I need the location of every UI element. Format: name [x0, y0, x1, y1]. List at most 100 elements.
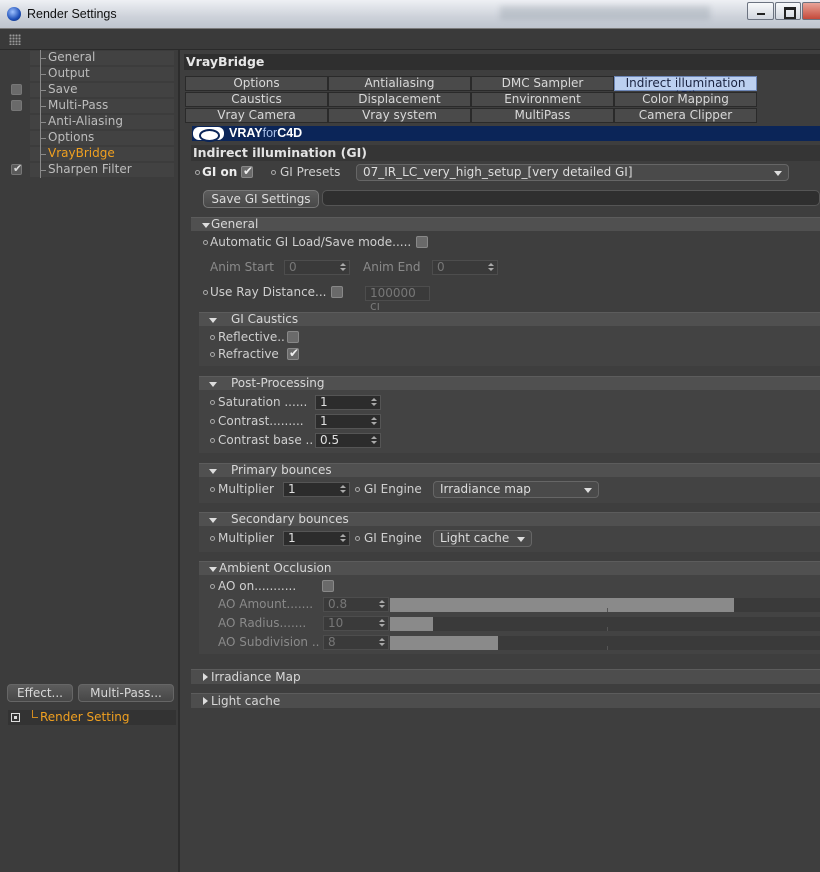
secondary-bounces-header[interactable]: Secondary bounces [199, 512, 820, 526]
sidebar-item-anti-aliasing[interactable]: Anti-Aliasing [0, 114, 176, 130]
tree-connector [32, 710, 38, 718]
secondary-engine-value: Light cache [440, 531, 510, 545]
saturation-label: Saturation ...... [218, 395, 308, 409]
render-setting-item[interactable]: Render Setting [8, 710, 176, 725]
tree-connector [40, 138, 46, 139]
reflective-checkbox[interactable] [287, 331, 299, 343]
primary-bounces-title: Primary bounces [231, 463, 332, 477]
anim-start-label: Anim Start [210, 260, 274, 274]
multi-pass-button[interactable]: Multi-Pass... [78, 684, 174, 702]
bullet-icon [355, 487, 360, 492]
anim-start-field: 0 [284, 260, 350, 275]
ambient-occlusion-title: Ambient Occlusion [219, 561, 332, 575]
secondary-engine-label: GI Engine [364, 531, 422, 545]
ao-subdivision-label: AO Subdivision .. [218, 635, 320, 649]
tab-indirect-illumination-gi[interactable]: Indirect illumination (GI) [614, 76, 757, 103]
sidebar-item-save[interactable]: Save [0, 82, 176, 98]
gi-on-checkbox[interactable] [241, 164, 253, 178]
ao-amount-slider-fill [390, 598, 734, 612]
ao-subdivision-slider [390, 636, 820, 650]
ray-distance-label: Use Ray Distance... [210, 285, 327, 299]
primary-multiplier-field[interactable]: 1 [283, 482, 350, 497]
spinner-icon [340, 485, 346, 494]
anim-end-label: Anim End [363, 260, 421, 274]
tab-environment[interactable]: Environment [471, 92, 614, 107]
section-title: Indirect illumination (GI) [191, 145, 820, 161]
effect-button[interactable]: Effect... [7, 684, 73, 702]
ao-radius-slider [390, 617, 820, 631]
gi-on-label: GI on [202, 165, 238, 179]
collapse-arrow-icon [209, 518, 217, 523]
spinner-icon [340, 534, 346, 543]
bullet-icon [210, 438, 215, 443]
close-button[interactable] [802, 2, 820, 20]
tab-caustics[interactable]: Caustics [185, 92, 328, 107]
primary-engine-dropdown[interactable]: Irradiance map [433, 481, 599, 498]
sidebar-item-multi-pass[interactable]: Multi-Pass [0, 98, 176, 114]
panel-header: VrayBridge [184, 54, 820, 70]
bullet-icon [210, 335, 215, 340]
expand-arrow-icon [203, 697, 208, 705]
saturation-field[interactable]: 1 [315, 395, 381, 410]
expand-arrow-icon [203, 673, 208, 681]
tab-options[interactable]: Options [185, 76, 328, 91]
tab-vray-system[interactable]: Vray system [328, 108, 471, 123]
tab-multipass[interactable]: MultiPass [471, 108, 614, 123]
ao-on-checkbox[interactable] [322, 580, 334, 592]
gi-settings-path-field[interactable] [322, 190, 820, 206]
secondary-bounces-title: Secondary bounces [231, 512, 349, 526]
maximize-button[interactable] [775, 2, 801, 20]
ray-distance-field: 100000 cı [365, 286, 430, 313]
contrast-field[interactable]: 1 [315, 414, 381, 429]
sidebar-item-vraybridge[interactable]: VrayBridge [0, 146, 176, 162]
tab-camera-clipper[interactable]: Camera Clipper [614, 108, 757, 123]
ao-subdivision-field: 8 [323, 635, 389, 650]
ao-amount-label: AO Amount....... [218, 597, 314, 611]
tab-color-mapping[interactable]: Color Mapping [614, 92, 757, 107]
save-gi-settings-button[interactable]: Save GI Settings [203, 190, 319, 208]
auto-gi-checkbox[interactable] [416, 236, 428, 248]
ambient-occlusion-header[interactable]: Ambient Occlusion [199, 561, 820, 575]
sidebar-item-label: Output [48, 66, 90, 80]
sidebar-item-options[interactable]: Options [0, 130, 176, 146]
light-cache-section[interactable]: Light cache [191, 693, 820, 708]
enable-checkbox[interactable] [11, 84, 22, 95]
refractive-checkbox[interactable] [287, 346, 299, 360]
sidebar-item-label: Multi-Pass [48, 98, 109, 112]
tab-antialiasing[interactable]: Antialiasing [328, 76, 471, 91]
panel-grip-icon[interactable] [9, 34, 21, 45]
tree-connector [40, 74, 46, 75]
spinner-icon [371, 417, 377, 426]
gi-presets-dropdown[interactable]: 07_IR_LC_very_high_setup_[very detailed … [356, 164, 789, 181]
sidebar-item-sharpen-filter[interactable]: Sharpen Filter [0, 162, 176, 178]
secondary-multiplier-field[interactable]: 1 [283, 531, 350, 546]
minimize-button[interactable] [747, 2, 774, 20]
gi-caustics-header[interactable]: GI Caustics [199, 312, 820, 326]
ao-radius-label: AO Radius....... [218, 616, 307, 630]
collapse-arrow-icon [202, 223, 210, 228]
sidebar-item-output[interactable]: Output [0, 66, 176, 82]
tab-dmc-sampler[interactable]: DMC Sampler [471, 76, 614, 91]
irradiance-map-section[interactable]: Irradiance Map [191, 669, 820, 684]
tab-vray-camera[interactable]: Vray Camera [185, 108, 328, 123]
enable-checkbox[interactable] [11, 100, 22, 111]
slider-tick [607, 646, 608, 650]
tab-displacement[interactable]: Displacement [328, 92, 471, 107]
primary-engine-value: Irradiance map [440, 482, 531, 496]
tree-connector [40, 106, 46, 107]
post-processing-title: Post-Processing [231, 376, 325, 390]
spinner-icon [488, 263, 494, 272]
post-processing-header[interactable]: Post-Processing [199, 376, 820, 390]
primary-bounces-header[interactable]: Primary bounces [199, 463, 820, 477]
secondary-engine-dropdown[interactable]: Light cache [433, 530, 532, 547]
contrast-base-field[interactable]: 0.5 [315, 433, 381, 448]
sidebar-item-general[interactable]: General [0, 50, 176, 66]
collapse-arrow-icon [209, 382, 217, 387]
sidebar-item-label: Save [48, 82, 78, 96]
general-section-header[interactable]: General [191, 217, 820, 231]
ray-distance-checkbox[interactable] [331, 286, 343, 298]
bullet-icon [355, 536, 360, 541]
spinner-icon [379, 600, 385, 609]
enable-checkbox[interactable] [11, 162, 22, 175]
ao-subdivision-slider-fill [390, 636, 498, 650]
